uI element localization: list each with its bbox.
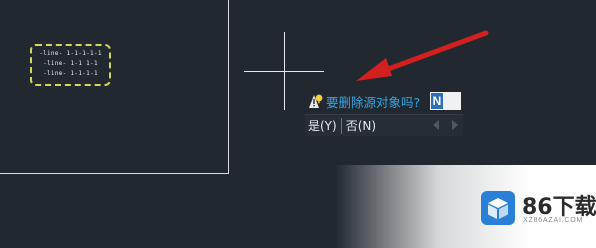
annotation-arrow-icon [356, 30, 489, 81]
site-logo-icon [481, 191, 515, 225]
selected-text-object[interactable]: -line- 1-1-1-1-1 -line- 1-1 1-1 -line- 1… [30, 44, 111, 86]
prompt-question: 要删除源对象吗? [326, 94, 421, 110]
command-input[interactable]: N [430, 92, 461, 110]
option-no[interactable]: 否(N) [343, 117, 379, 134]
crosshair-cursor-vertical [284, 32, 285, 110]
text-line-1: -line- 1-1-1-1-1 [39, 50, 102, 57]
scroll-right-icon[interactable] [452, 120, 458, 130]
text-line-2: -line- 1-1 1-1 [43, 60, 98, 67]
watermark-subtitle: XZ86AZAI.COM [523, 217, 584, 224]
option-yes[interactable]: 是(Y) [305, 117, 340, 134]
viewport-frame [0, 0, 229, 174]
command-prompt: 要删除源对象吗? [306, 90, 420, 112]
input-value: N [431, 93, 443, 109]
warning-lightbulb-icon [309, 94, 323, 108]
options-bar: 是(Y) 否(N) [305, 114, 463, 136]
text-line-3: -line- 1-1-1-1 [43, 70, 98, 77]
option-divider [340, 117, 342, 134]
scroll-left-icon[interactable] [433, 120, 439, 130]
